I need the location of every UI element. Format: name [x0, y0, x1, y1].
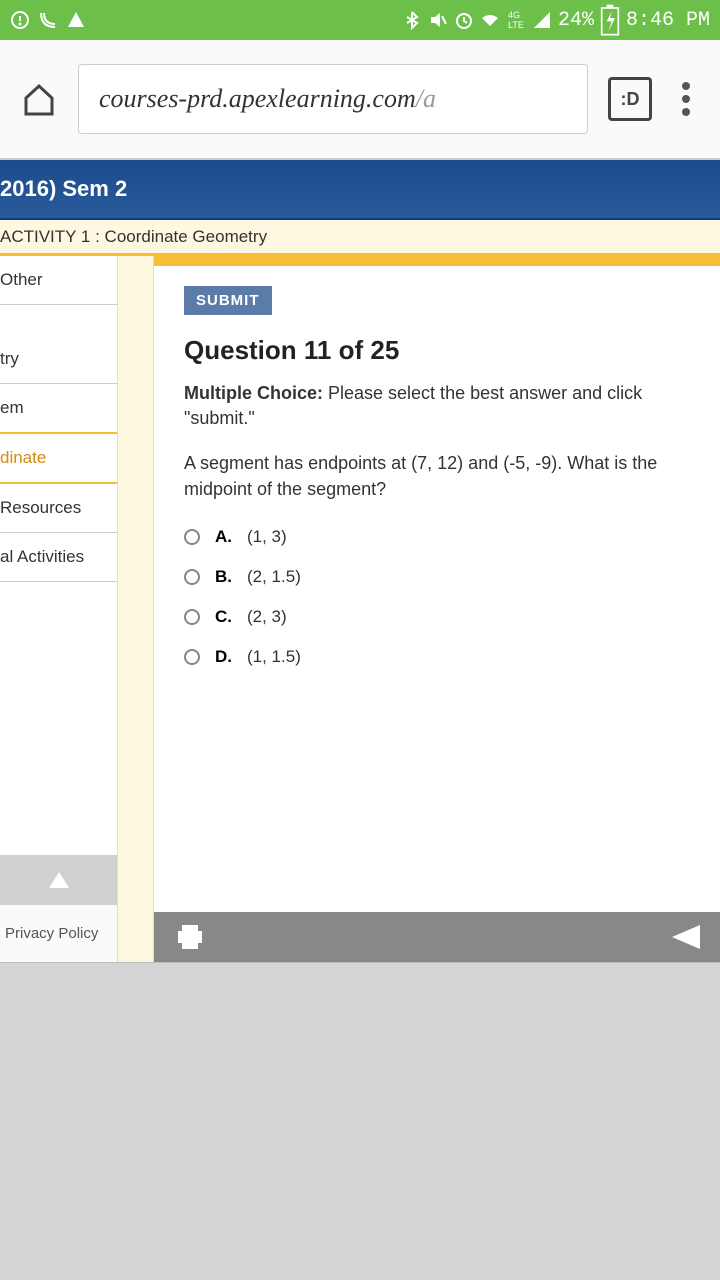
- sidebar: Other try em dinate Resources al Activit…: [0, 256, 118, 962]
- more-menu-button[interactable]: [672, 82, 700, 116]
- sidebar-item-activities[interactable]: al Activities: [0, 533, 117, 582]
- radio-c[interactable]: [184, 609, 200, 625]
- sidebar-item-coordinate[interactable]: dinate: [0, 432, 117, 484]
- activity-bar: ACTIVITY 1 : Coordinate Geometry: [0, 220, 720, 256]
- answer-option-c[interactable]: C. (2, 3): [184, 607, 690, 627]
- answer-text: (1, 1.5): [247, 647, 301, 667]
- radio-b[interactable]: [184, 569, 200, 585]
- signal-icon: [532, 10, 552, 30]
- status-right-icons: 4GLTE 24% 8:46 PM: [402, 9, 710, 32]
- alarm-icon: [454, 10, 474, 30]
- activity-title: ACTIVITY 1 : Coordinate Geometry: [0, 227, 267, 247]
- answer-letter: D.: [215, 647, 232, 667]
- answer-letter: C.: [215, 607, 232, 627]
- submit-button[interactable]: SUBMIT: [184, 286, 272, 315]
- question-number: Question 11 of 25: [184, 335, 690, 366]
- mute-icon: [428, 10, 448, 30]
- answer-text: (1, 3): [247, 527, 287, 547]
- sidebar-item-other[interactable]: Other: [0, 256, 117, 305]
- question-text: A segment has endpoints at (7, 12) and (…: [184, 451, 690, 501]
- quiz-bottom-bar: [154, 912, 720, 962]
- url-path: /a: [416, 84, 436, 114]
- call-icon: [38, 10, 58, 30]
- radio-a[interactable]: [184, 529, 200, 545]
- answer-text: (2, 1.5): [247, 567, 301, 587]
- empty-area: [0, 962, 720, 1280]
- browser-toolbar: courses-prd.apexlearning.com/a :D: [0, 40, 720, 160]
- question-type-label: Multiple Choice:: [184, 383, 323, 403]
- wifi-icon: [480, 10, 500, 30]
- question-instructions: Multiple Choice: Please select the best …: [184, 381, 690, 431]
- answer-option-d[interactable]: D. (1, 1.5): [184, 647, 690, 667]
- clock-time: 8:46 PM: [626, 9, 710, 32]
- answer-text: (2, 3): [247, 607, 287, 627]
- radio-d[interactable]: [184, 649, 200, 665]
- battery-percent: 24%: [558, 9, 594, 32]
- status-left-icons: [10, 10, 86, 30]
- panel-accent-bar: [154, 256, 720, 266]
- main-panel: SUBMIT Question 11 of 25 Multiple Choice…: [153, 256, 720, 962]
- up-arrow-icon: [49, 872, 69, 888]
- android-status-bar: 4GLTE 24% 8:46 PM: [0, 0, 720, 40]
- battery-icon: [600, 10, 620, 30]
- content-area: Other try em dinate Resources al Activit…: [0, 256, 720, 962]
- sidebar-item-resources[interactable]: Resources: [0, 484, 117, 533]
- answer-option-a[interactable]: A. (1, 3): [184, 527, 690, 547]
- answer-letter: A.: [215, 527, 232, 547]
- warning-icon: [66, 10, 86, 30]
- quiz-content: SUBMIT Question 11 of 25 Multiple Choice…: [154, 266, 720, 912]
- course-title: 2016) Sem 2: [0, 176, 127, 202]
- answer-option-b[interactable]: B. (2, 1.5): [184, 567, 690, 587]
- tab-switcher[interactable]: :D: [608, 77, 652, 121]
- url-bar[interactable]: courses-prd.apexlearning.com/a: [78, 64, 588, 134]
- home-button[interactable]: [20, 80, 58, 118]
- notification-icon: [10, 10, 30, 30]
- scroll-up-button[interactable]: [0, 855, 117, 905]
- bluetooth-icon: [402, 10, 422, 30]
- answer-letter: B.: [215, 567, 232, 587]
- url-domain: courses-prd.apexlearning.com: [99, 84, 416, 114]
- prev-arrow-icon[interactable]: [672, 925, 700, 949]
- privacy-policy-link[interactable]: Privacy Policy: [0, 905, 117, 962]
- sidebar-item-em[interactable]: em: [0, 384, 40, 432]
- course-header: 2016) Sem 2: [0, 160, 720, 220]
- network-icon: 4GLTE: [506, 10, 526, 30]
- sidebar-item-try[interactable]: try: [0, 335, 117, 384]
- print-button[interactable]: [174, 923, 206, 951]
